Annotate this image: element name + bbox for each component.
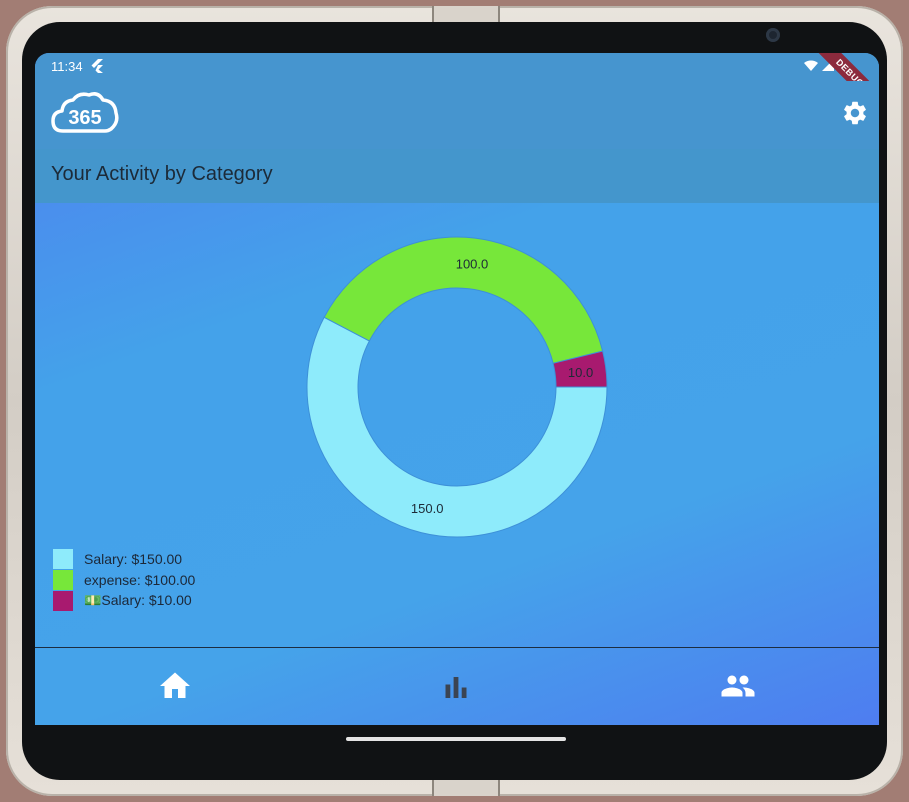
settings-button[interactable] bbox=[841, 99, 869, 127]
camera-icon bbox=[766, 28, 780, 42]
app-bar: 365 bbox=[35, 81, 879, 149]
donut-chart: 150.0 100.0 10.0 bbox=[35, 203, 879, 603]
flutter-icon bbox=[91, 59, 103, 76]
system-home-indicator[interactable] bbox=[346, 737, 566, 741]
bottom-nav bbox=[35, 647, 879, 725]
page-title: Your Activity by Category bbox=[51, 163, 273, 185]
wifi-icon bbox=[804, 60, 818, 71]
chart-value-label: 100.0 bbox=[456, 256, 489, 271]
legend-item: 💵Salary: $10.00 bbox=[53, 590, 195, 611]
bar-chart-icon bbox=[445, 677, 467, 698]
app-screen: 11:34 DEBUG 365 Your Activity by Categor… bbox=[35, 53, 879, 725]
nav-stats[interactable] bbox=[436, 668, 476, 704]
chart-legend: Salary: $150.00 expense: $100.00 💵Salary… bbox=[53, 548, 195, 611]
gear-icon bbox=[844, 101, 866, 125]
home-icon bbox=[160, 672, 190, 698]
legend-item: expense: $100.00 bbox=[53, 569, 195, 590]
logo-text: 365 bbox=[68, 107, 101, 129]
chart-value-label: 10.0 bbox=[568, 365, 593, 380]
status-bar: 11:34 DEBUG bbox=[35, 53, 879, 118]
nav-home[interactable] bbox=[155, 668, 195, 704]
nav-people[interactable] bbox=[718, 668, 758, 704]
app-logo: 365 bbox=[51, 91, 119, 140]
legend-label: Salary: $150.00 bbox=[84, 550, 183, 567]
legend-swatch bbox=[53, 569, 73, 590]
section-header: Your Activity by Category bbox=[35, 149, 879, 203]
donut-chart-svg: 150.0 100.0 10.0 bbox=[306, 236, 608, 538]
status-time: 11:34 bbox=[51, 59, 83, 74]
legend-label: expense: $100.00 bbox=[84, 571, 196, 588]
legend-swatch bbox=[53, 590, 73, 611]
legend-label: 💵Salary: $10.00 bbox=[84, 592, 192, 608]
legend-item: Salary: $150.00 bbox=[53, 548, 195, 569]
legend-swatch bbox=[53, 548, 73, 569]
chart-value-label: 150.0 bbox=[411, 501, 444, 516]
people-icon bbox=[721, 675, 755, 697]
